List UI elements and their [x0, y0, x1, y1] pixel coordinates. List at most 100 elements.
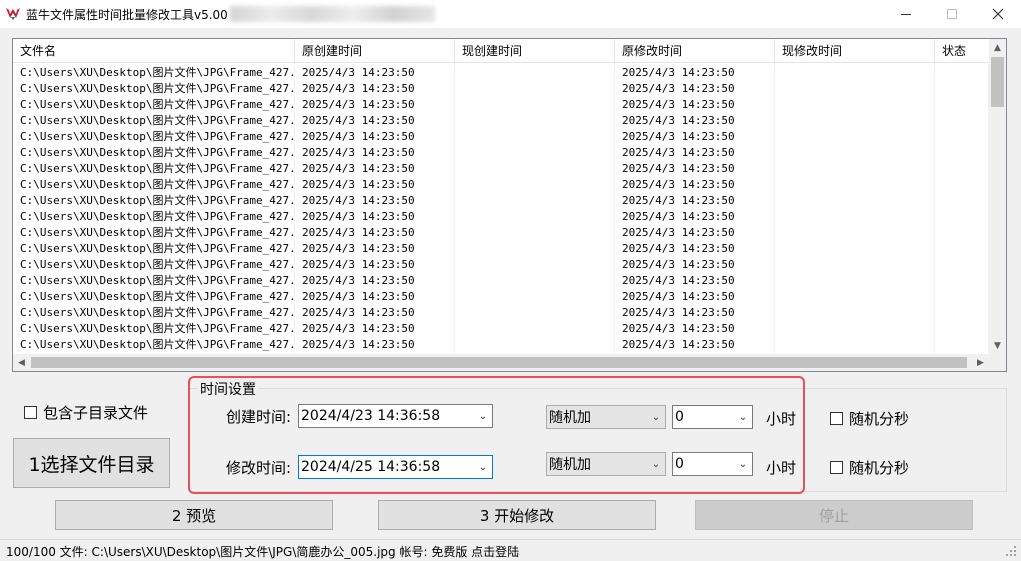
status-text[interactable]: 100/100 文件: C:\Users\XU\Desktop\图片文件\JPG… — [6, 543, 519, 560]
table-row[interactable]: C:\Users\XU\Desktop\图片文件\JPG\Frame_427..… — [13, 113, 989, 129]
horizontal-scroll-thumb[interactable] — [31, 357, 967, 368]
app-logo-icon — [6, 8, 20, 20]
include-subdirs-checkbox[interactable]: 包含子目录文件 — [24, 402, 148, 423]
cell-orig-create: 2025/4/3 14:23:50 — [295, 321, 455, 337]
table-row[interactable]: C:\Users\XU\Desktop\图片文件\JPG\Frame_427..… — [13, 321, 989, 337]
cell-status — [935, 337, 989, 353]
table-row[interactable]: C:\Users\XU\Desktop\图片文件\JPG\Frame_427..… — [13, 81, 989, 97]
table-row[interactable]: C:\Users\XU\Desktop\图片文件\JPG\Frame_427..… — [13, 273, 989, 289]
preview-button[interactable]: 2 预览 — [55, 500, 333, 530]
scroll-up-icon[interactable]: ▲ — [989, 39, 1006, 56]
column-header-new-create[interactable]: 现创建时间 — [455, 39, 615, 63]
create-mode-select[interactable]: 随机加 ⌄ — [546, 405, 666, 429]
checkbox-box[interactable] — [830, 461, 843, 474]
title-bar: 蓝牛文件属性时间批量修改工具v5.00 — [0, 0, 1021, 28]
modify-mode-select[interactable]: 随机加 ⌄ — [546, 452, 666, 476]
modify-amount-select[interactable]: 0 ⌄ — [672, 452, 753, 476]
cell-orig-create: 2025/4/3 14:23:50 — [295, 257, 455, 273]
start-modify-button[interactable]: 3 开始修改 — [378, 500, 656, 530]
vertical-scrollbar[interactable]: ▲ ▼ — [989, 39, 1006, 354]
cell-orig-modify: 2025/4/3 14:23:50 — [615, 113, 775, 129]
cell-new-create — [455, 241, 615, 257]
table-row[interactable]: C:\Users\XU\Desktop\图片文件\JPG\Frame_427..… — [13, 177, 989, 193]
cell-filename: C:\Users\XU\Desktop\图片文件\JPG\Frame_427..… — [13, 273, 295, 289]
cell-orig-modify: 2025/4/3 14:23:50 — [615, 225, 775, 241]
cell-orig-modify: 2025/4/3 14:23:50 — [615, 81, 775, 97]
cell-status — [935, 97, 989, 113]
cell-orig-create: 2025/4/3 14:23:50 — [295, 161, 455, 177]
close-button[interactable] — [975, 0, 1021, 28]
maximize-button[interactable] — [929, 0, 975, 28]
cell-new-modify — [775, 321, 935, 337]
scroll-left-icon[interactable]: ◀ — [13, 354, 30, 371]
table-row[interactable]: C:\Users\XU\Desktop\图片文件\JPG\Frame_427..… — [13, 65, 989, 81]
file-list[interactable]: 文件名 原创建时间 现创建时间 原修改时间 现修改时间 状态 C:\Users\… — [12, 38, 1007, 372]
scroll-down-icon[interactable]: ▼ — [989, 337, 1006, 354]
modify-random-seconds-checkbox[interactable]: 随机分秒 — [830, 457, 909, 478]
table-row[interactable]: C:\Users\XU\Desktop\图片文件\JPG\Frame_427..… — [13, 289, 989, 305]
cell-new-modify — [775, 145, 935, 161]
cell-orig-modify: 2025/4/3 14:23:50 — [615, 337, 775, 353]
table-row[interactable]: C:\Users\XU\Desktop\图片文件\JPG\Frame_427..… — [13, 161, 989, 177]
column-header-orig-create[interactable]: 原创建时间 — [295, 39, 455, 63]
cell-orig-create: 2025/4/3 14:23:50 — [295, 177, 455, 193]
cell-new-modify — [775, 289, 935, 305]
column-header-orig-modify[interactable]: 原修改时间 — [615, 39, 775, 63]
cell-orig-create: 2025/4/3 14:23:50 — [295, 305, 455, 321]
create-amount-select[interactable]: 0 ⌄ — [672, 405, 753, 429]
horizontal-scrollbar[interactable]: ◀ ▶ — [13, 354, 989, 371]
cell-new-modify — [775, 193, 935, 209]
cell-filename: C:\Users\XU\Desktop\图片文件\JPG\Frame_427..… — [13, 113, 295, 129]
modify-time-picker[interactable]: 2024/4/25 14:36:58 ⌄ — [298, 455, 493, 479]
cell-new-modify — [775, 129, 935, 145]
cell-orig-modify: 2025/4/3 14:23:50 — [615, 97, 775, 113]
table-row[interactable]: C:\Users\XU\Desktop\图片文件\JPG\Frame_427..… — [13, 305, 989, 321]
cell-new-modify — [775, 273, 935, 289]
table-row[interactable]: C:\Users\XU\Desktop\图片文件\JPG\Frame_427..… — [13, 337, 989, 353]
table-row[interactable]: C:\Users\XU\Desktop\图片文件\JPG\Frame_427..… — [13, 225, 989, 241]
cell-orig-modify: 2025/4/3 14:23:50 — [615, 305, 775, 321]
chevron-down-icon[interactable]: ⌄ — [474, 462, 492, 473]
status-bar: 100/100 文件: C:\Users\XU\Desktop\图片文件\JPG… — [0, 539, 1021, 561]
table-row[interactable]: C:\Users\XU\Desktop\图片文件\JPG\Frame_427..… — [13, 209, 989, 225]
cell-status — [935, 161, 989, 177]
create-random-seconds-checkbox[interactable]: 随机分秒 — [830, 408, 909, 429]
table-row[interactable]: C:\Users\XU\Desktop\图片文件\JPG\Frame_427..… — [13, 193, 989, 209]
table-row[interactable]: C:\Users\XU\Desktop\图片文件\JPG\Frame_427..… — [13, 241, 989, 257]
cell-status — [935, 81, 989, 97]
select-directory-button[interactable]: 1选择文件目录 — [13, 438, 170, 488]
table-row[interactable]: C:\Users\XU\Desktop\图片文件\JPG\Frame_427..… — [13, 257, 989, 273]
cell-new-create — [455, 305, 615, 321]
cell-status — [935, 65, 989, 81]
minimize-button[interactable] — [883, 0, 929, 28]
cell-filename: C:\Users\XU\Desktop\图片文件\JPG\Frame_427..… — [13, 225, 295, 241]
table-row[interactable]: C:\Users\XU\Desktop\图片文件\JPG\Frame_427..… — [13, 97, 989, 113]
cell-new-create — [455, 113, 615, 129]
vertical-scroll-thumb[interactable] — [991, 57, 1004, 107]
checkbox-box[interactable] — [830, 412, 843, 425]
cell-orig-create: 2025/4/3 14:23:50 — [295, 337, 455, 353]
create-time-picker[interactable]: 2024/4/23 14:36:58 ⌄ — [298, 404, 493, 428]
table-row[interactable]: C:\Users\XU\Desktop\图片文件\JPG\Frame_427..… — [13, 145, 989, 161]
chevron-down-icon[interactable]: ⌄ — [474, 411, 492, 422]
column-header-new-modify[interactable]: 现修改时间 — [775, 39, 935, 63]
table-row[interactable]: C:\Users\XU\Desktop\图片文件\JPG\Frame_427..… — [13, 129, 989, 145]
column-header-status[interactable]: 状态 — [935, 39, 989, 63]
resize-grip-icon[interactable] — [1004, 544, 1018, 558]
chevron-down-icon[interactable]: ⌄ — [647, 412, 665, 423]
chevron-down-icon[interactable]: ⌄ — [647, 459, 665, 470]
column-header-filename[interactable]: 文件名 — [13, 39, 295, 63]
chevron-down-icon[interactable]: ⌄ — [734, 459, 752, 470]
checkbox-box[interactable] — [24, 406, 37, 419]
cell-orig-create: 2025/4/3 14:23:50 — [295, 289, 455, 305]
scroll-right-icon[interactable]: ▶ — [972, 354, 989, 371]
cell-status — [935, 225, 989, 241]
cell-filename: C:\Users\XU\Desktop\图片文件\JPG\Frame_427..… — [13, 81, 295, 97]
cell-orig-create: 2025/4/3 14:23:50 — [295, 65, 455, 81]
chevron-down-icon[interactable]: ⌄ — [734, 412, 752, 423]
cell-orig-create: 2025/4/3 14:23:50 — [295, 81, 455, 97]
stop-button[interactable]: 停止 — [695, 500, 973, 530]
cell-filename: C:\Users\XU\Desktop\图片文件\JPG\Frame_427..… — [13, 129, 295, 145]
cell-status — [935, 305, 989, 321]
cell-orig-create: 2025/4/3 14:23:50 — [295, 113, 455, 129]
